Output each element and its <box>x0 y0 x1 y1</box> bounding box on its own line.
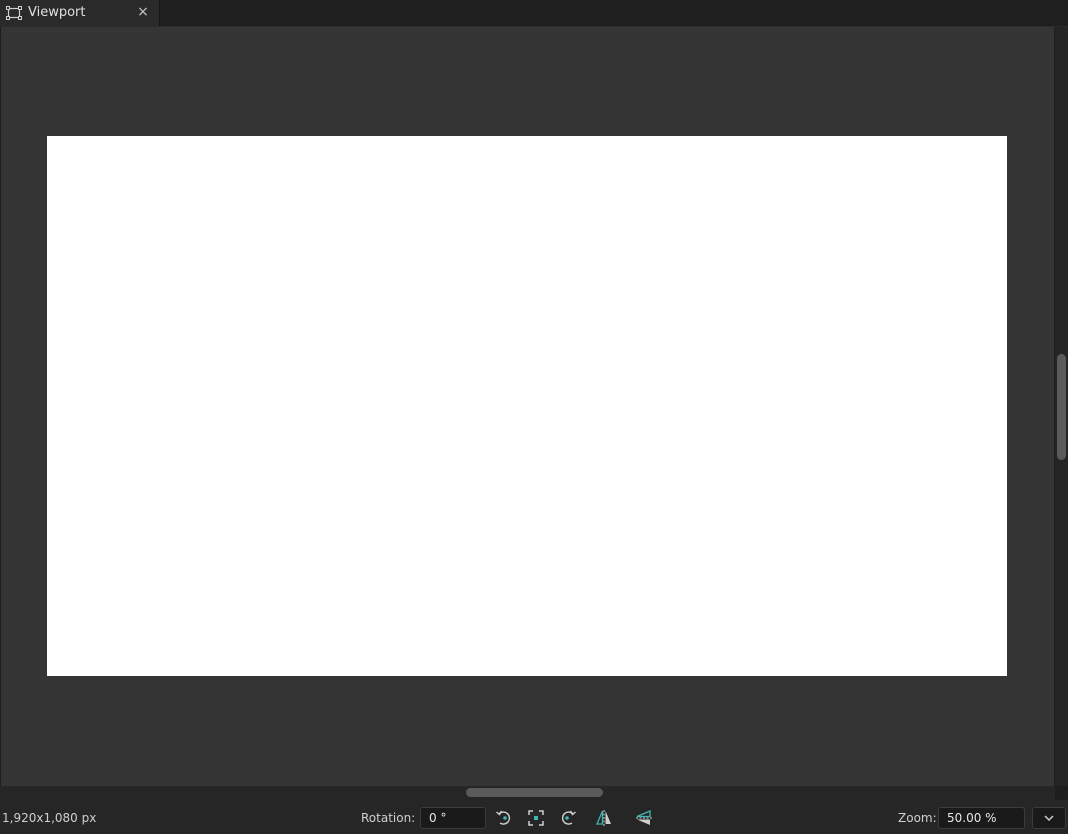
rotation-input[interactable]: 0 ° <box>420 807 486 829</box>
rotate-right-icon[interactable] <box>558 808 578 828</box>
viewport-area[interactable] <box>1 27 1054 786</box>
flip-horizontal-icon[interactable] <box>594 808 614 828</box>
close-icon[interactable]: × <box>136 4 150 20</box>
zoom-dropdown-button[interactable] <box>1032 807 1066 829</box>
rotate-left-icon[interactable] <box>494 808 514 828</box>
status-bar: 1,920x1,080 px Rotation: 0 ° Zoom: 50.00… <box>0 800 1068 834</box>
tab-title: Viewport <box>28 5 86 20</box>
tab-viewport[interactable]: Viewport × <box>0 0 160 26</box>
zoom-label: Zoom: <box>898 811 937 825</box>
chevron-down-icon <box>1044 815 1054 822</box>
vertical-scrollbar-thumb[interactable] <box>1057 354 1066 460</box>
tab-bar: Viewport × <box>0 0 1068 27</box>
flip-vertical-icon[interactable] <box>634 808 654 828</box>
rotation-label: Rotation: <box>361 811 416 825</box>
zoom-input[interactable]: 50.00 % <box>938 807 1025 829</box>
fit-to-view-icon[interactable] <box>526 808 546 828</box>
document-canvas[interactable] <box>47 136 1007 676</box>
viewport-frame-icon <box>6 5 22 21</box>
canvas-size-label: 1,920x1,080 px <box>2 811 97 825</box>
horizontal-scrollbar-thumb[interactable] <box>466 788 603 797</box>
